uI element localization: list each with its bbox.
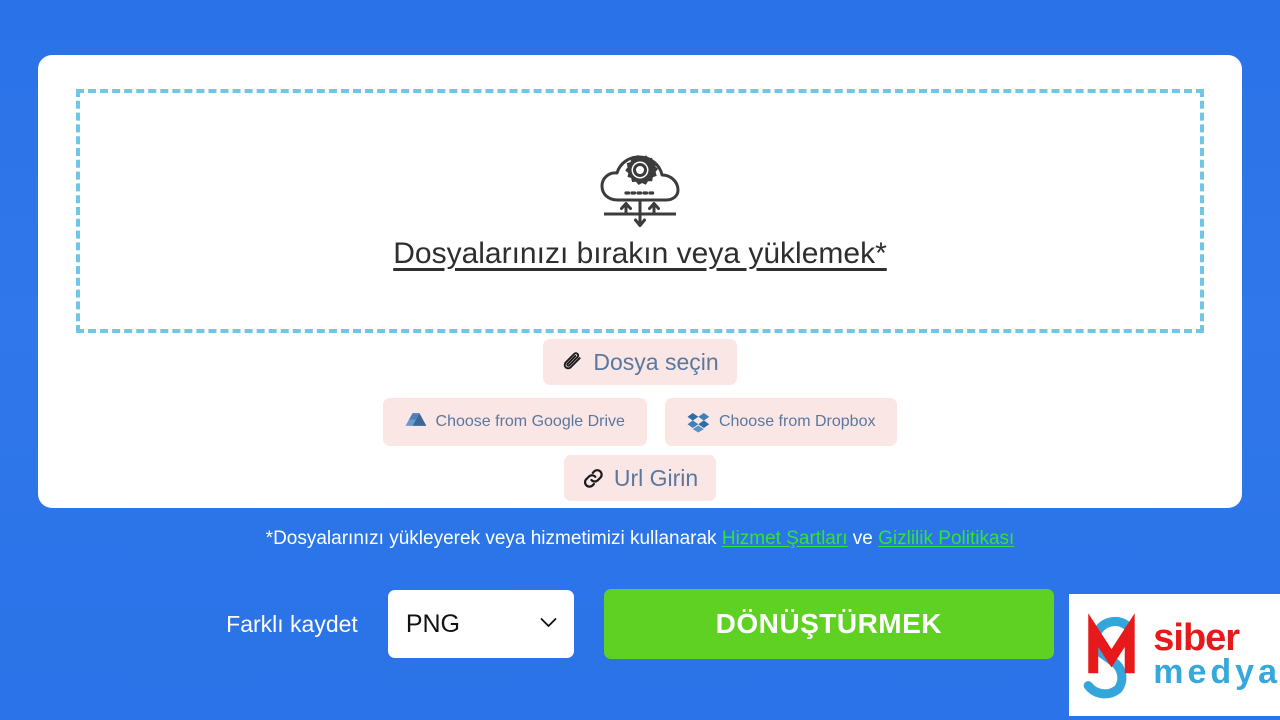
dropzone-label: Dosyalarınızı bırakın veya yüklemek* <box>393 237 887 270</box>
file-dropzone[interactable]: Dosyalarınızı bırakın veya yüklemek* <box>76 89 1204 333</box>
page-root: Dosyalarınızı bırakın veya yüklemek* Dos… <box>0 0 1280 720</box>
url-row: Url Girin <box>0 455 1280 501</box>
dropbox-icon <box>687 412 710 433</box>
link-icon <box>582 467 605 490</box>
format-select-wrapper: PNG <box>387 590 574 658</box>
choose-file-row: Dosya seçin <box>0 339 1280 385</box>
terms-of-service-link[interactable]: Hizmet Şartları <box>722 528 848 549</box>
google-drive-label: Choose from Google Drive <box>435 413 625 430</box>
google-drive-button[interactable]: Choose from Google Drive <box>382 398 647 446</box>
choose-file-label: Dosya seçin <box>593 348 719 375</box>
privacy-policy-link[interactable]: Gizlilik Politikası <box>878 528 1014 549</box>
cloud-sources-row: Choose from Google Drive Choose from Dro… <box>0 398 1280 446</box>
format-select[interactable]: PNG <box>387 590 574 658</box>
dropbox-label: Choose from Dropbox <box>718 413 876 430</box>
google-drive-icon <box>405 412 427 432</box>
paperclip-icon <box>561 351 584 374</box>
dropbox-button[interactable]: Choose from Dropbox <box>664 398 898 446</box>
legal-note: *Dosyalarınızı yükleyerek veya hizmetimi… <box>0 528 1280 550</box>
enter-url-label: Url Girin <box>613 464 699 491</box>
cloud-upload-gear-icon <box>600 155 680 227</box>
format-select-value: PNG <box>405 609 461 638</box>
choose-file-button[interactable]: Dosya seçin <box>543 339 737 385</box>
enter-url-button[interactable]: Url Girin <box>563 455 717 501</box>
logo-line-medya: medya <box>1153 652 1280 691</box>
logo-line-siber: siber <box>1153 617 1240 660</box>
legal-note-prefix: *Dosyalarınızı yükleyerek veya hizmetimi… <box>265 528 722 549</box>
siber-medya-logo: siber medya <box>1069 594 1280 716</box>
m-s-monogram-icon <box>1083 613 1135 699</box>
legal-note-middle: ve <box>847 528 879 549</box>
logo-wordmark: siber medya <box>1153 617 1280 691</box>
convert-button[interactable]: DÖNÜŞTÜRMEK <box>603 589 1054 659</box>
save-as-label: Farklı kaydet <box>226 610 358 637</box>
